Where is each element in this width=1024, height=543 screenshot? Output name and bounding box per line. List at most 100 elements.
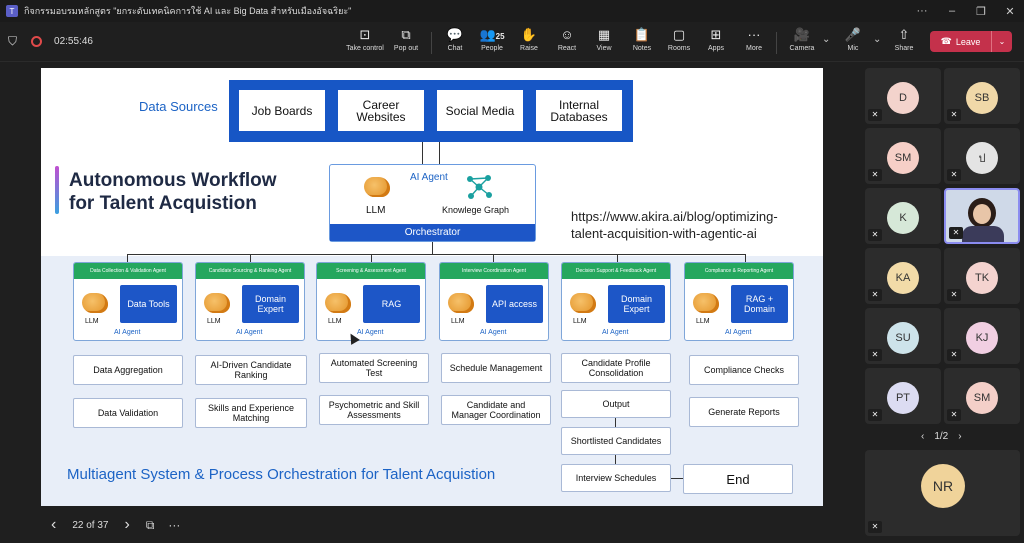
notes-icon: 📋 xyxy=(633,27,651,42)
orchestrator-ai-agent-label: AI Agent xyxy=(410,172,448,183)
rooms-button[interactable]: ▢ Rooms xyxy=(658,26,700,60)
task-box: Candidate Profile Consolidation xyxy=(561,353,671,383)
connector-line xyxy=(127,254,745,255)
shared-slide: Data Sources Job Boards Career Websites … xyxy=(41,68,823,506)
brain-icon xyxy=(325,293,351,313)
window-title: กิจกรรมอบรมหลักสูตร "ยกระดับเทคนิคการใช้… xyxy=(24,6,352,16)
task-box: AI-Driven Candidate Ranking xyxy=(195,355,307,385)
window-more-icon[interactable]: ··· xyxy=(907,0,937,22)
chat-icon: 💬 xyxy=(446,27,464,42)
data-source-box: Social Media xyxy=(437,90,523,131)
take-control-button[interactable]: ⊡ Take control xyxy=(344,26,386,60)
participant-tile[interactable]: SU ✕ xyxy=(865,308,941,364)
mic-muted-icon: ✕ xyxy=(868,349,882,361)
hand-icon: ✋ xyxy=(520,27,538,42)
mic-muted-icon: ✕ xyxy=(947,349,961,361)
teams-app-icon: T xyxy=(6,5,18,17)
task-box: Output xyxy=(561,390,671,418)
connector-line xyxy=(617,254,618,262)
camera-button[interactable]: 🎥 Camera xyxy=(781,26,823,60)
avatar: D xyxy=(887,82,919,114)
participant-tile[interactable]: TK ✕ xyxy=(944,248,1020,304)
task-box: Skills and Experience Matching xyxy=(195,398,307,428)
mic-options-chevron-icon[interactable]: ⌄ xyxy=(873,34,881,45)
chat-button[interactable]: 💬 Chat xyxy=(434,26,476,60)
raise-hand-button[interactable]: ✋ Raise xyxy=(508,26,550,60)
participant-tile[interactable]: D ✕ xyxy=(865,68,941,124)
rooms-icon: ▢ xyxy=(672,27,686,42)
apps-icon: ⊞ xyxy=(710,27,722,42)
agent-card: Data Collection & Validation Agent Data … xyxy=(73,262,183,341)
participants-panel: D ✕ SB ✕ SM ✕ ป ✕ K ✕ ✕ KA ✕ TK ✕ SU ✕ KJ ✕ PT ✕ S… xyxy=(857,62,1024,543)
people-button[interactable]: 👥25 People xyxy=(471,26,513,60)
task-box: Interview Schedules xyxy=(561,464,671,492)
participant-video-tile[interactable]: ✕ xyxy=(944,188,1020,244)
share-button[interactable]: ⇧ Share xyxy=(883,26,925,60)
connector-line xyxy=(127,254,128,262)
pager-next-icon[interactable]: › xyxy=(958,431,961,442)
participant-video-face xyxy=(973,204,991,224)
participant-tile[interactable]: ป ✕ xyxy=(944,128,1020,184)
avatar: ป xyxy=(966,142,998,174)
take-control-icon: ⊡ xyxy=(359,27,371,42)
slide-more-icon[interactable]: ··· xyxy=(168,518,180,532)
avatar: SM xyxy=(966,382,998,414)
brain-icon xyxy=(204,293,230,313)
participant-tile[interactable]: KJ ✕ xyxy=(944,308,1020,364)
pop-out-button[interactable]: ⧉ Pop out xyxy=(385,26,427,60)
task-box: Schedule Management xyxy=(441,353,551,383)
next-slide-icon[interactable]: › xyxy=(124,516,129,534)
participant-tile[interactable]: K ✕ xyxy=(865,188,941,244)
recording-icon xyxy=(31,36,43,47)
avatar: K xyxy=(887,202,919,234)
featured-participant-tile[interactable]: NR ✕ xyxy=(865,450,1020,536)
orchestrator-bar: Orchestrator xyxy=(330,224,535,241)
shield-icon[interactable]: ⛉ xyxy=(8,34,17,49)
end-box: End xyxy=(683,464,793,494)
connector-line xyxy=(671,478,683,479)
slide-grid-icon[interactable]: ⧉ xyxy=(146,518,155,533)
connector-line xyxy=(250,254,251,262)
data-sources-label: Data Sources xyxy=(139,99,218,114)
close-icon[interactable]: ✕ xyxy=(995,0,1024,22)
pager-label: 1/2 xyxy=(934,431,949,442)
participant-tile[interactable]: SM ✕ xyxy=(865,128,941,184)
agent-card: Candidate Sourcing & Ranking Agent Domai… xyxy=(195,262,305,341)
mic-muted-icon: ✕ xyxy=(947,109,961,121)
window-titlebar: T กิจกรรมอบรมหลักสูตร "ยกระดับเทคนิคการใ… xyxy=(0,0,1024,22)
participant-tile[interactable]: KA ✕ xyxy=(865,248,941,304)
participant-tile[interactable]: SB ✕ xyxy=(944,68,1020,124)
react-button[interactable]: ☺ React xyxy=(546,26,588,60)
orchestrator-kg-label: Knowlege Graph xyxy=(442,205,510,215)
brain-icon xyxy=(82,293,108,313)
connector-line xyxy=(615,418,616,427)
previous-slide-icon[interactable]: ‹ xyxy=(51,516,56,534)
task-box: Data Validation xyxy=(73,398,183,428)
brain-icon xyxy=(364,177,390,197)
camera-options-chevron-icon[interactable]: ⌄ xyxy=(822,34,830,45)
more-button[interactable]: ··· More xyxy=(733,26,775,60)
mic-button[interactable]: 🎤 Mic xyxy=(832,26,874,60)
notes-button[interactable]: 📋 Notes xyxy=(621,26,663,60)
people-icon: 👥25 xyxy=(479,27,505,42)
avatar: SU xyxy=(887,322,919,354)
restore-icon[interactable]: ❐ xyxy=(966,0,996,22)
participants-pager: ‹ 1/2 › xyxy=(921,431,962,442)
pager-prev-icon[interactable]: ‹ xyxy=(921,431,924,442)
leave-button[interactable]: ☎ Leave ⌄ xyxy=(930,31,1012,52)
participant-tile[interactable]: PT ✕ xyxy=(865,368,941,424)
toolbar-divider xyxy=(776,32,777,54)
brain-icon xyxy=(448,293,474,313)
task-box: Candidate and Manager Coordination xyxy=(441,395,551,425)
phone-hangup-icon: ☎ xyxy=(940,36,952,46)
view-button[interactable]: ▦ View xyxy=(583,26,625,60)
connector-line xyxy=(745,254,746,262)
minimize-icon[interactable]: – xyxy=(937,0,967,22)
smiley-icon: ☺ xyxy=(560,27,574,42)
task-box: Automated Screening Test xyxy=(319,353,429,383)
toolbar-divider xyxy=(431,32,432,54)
participant-tile[interactable]: SM ✕ xyxy=(944,368,1020,424)
agent-card: Screening & Assessment Agent RAG LLM AI … xyxy=(316,262,426,341)
leave-options-chevron-icon[interactable]: ⌄ xyxy=(992,37,1012,46)
apps-button[interactable]: ⊞ Apps xyxy=(695,26,737,60)
